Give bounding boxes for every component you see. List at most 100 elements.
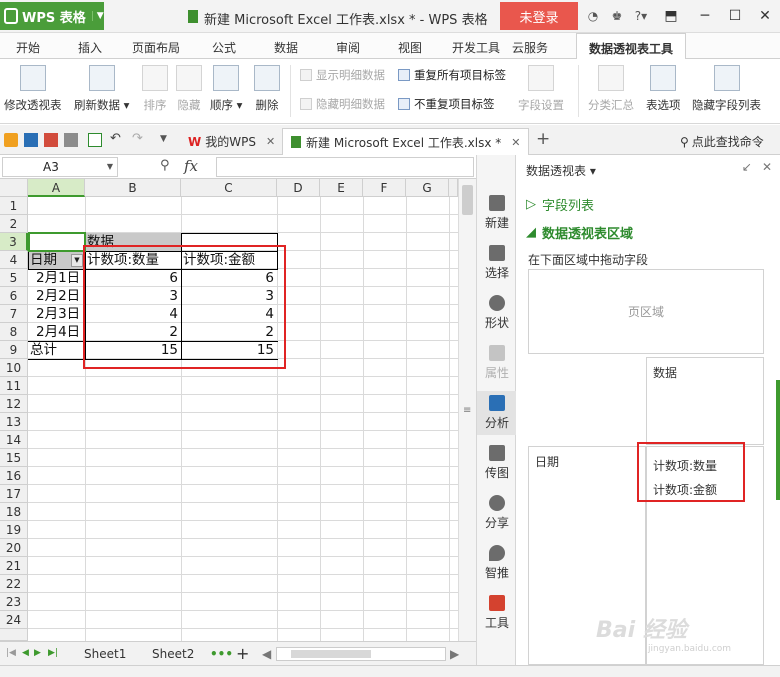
row-header[interactable]: 12: [0, 395, 28, 413]
redo-icon[interactable]: ↷: [132, 131, 146, 146]
more-sheets-icon[interactable]: •••: [210, 647, 233, 661]
sort-button[interactable]: 排序: [142, 65, 168, 113]
open-folder-icon[interactable]: [4, 133, 18, 147]
formula-input[interactable]: [216, 157, 474, 177]
sidebar-item-new[interactable]: 新建: [477, 195, 517, 231]
close-icon[interactable]: ✕: [266, 135, 275, 148]
row-header[interactable]: 3: [0, 233, 28, 251]
row-header[interactable]: 23: [0, 593, 28, 611]
column-header[interactable]: F: [363, 179, 406, 197]
insert-function-button[interactable]: fx: [184, 157, 198, 175]
shirt-icon[interactable]: ♚: [608, 7, 626, 25]
row-header[interactable]: 1: [0, 197, 28, 215]
filter-dropdown-icon[interactable]: ▼: [71, 254, 83, 267]
order-button[interactable]: 顺序 ▾: [210, 65, 242, 113]
save-icon[interactable]: [24, 133, 38, 147]
login-button[interactable]: 未登录: [500, 2, 578, 30]
app-menu-button[interactable]: WPS 表格 ▼: [0, 2, 104, 30]
next-sheet-icon[interactable]: ▶: [34, 648, 41, 658]
close-icon[interactable]: ✕: [762, 160, 772, 174]
name-box[interactable]: A3 ▼: [2, 157, 118, 177]
subtotal-button[interactable]: 分类汇总: [588, 65, 634, 113]
tab-page-layout[interactable]: 页面布局: [132, 39, 180, 56]
tab-data[interactable]: 数据: [274, 39, 298, 56]
delete-button[interactable]: 删除: [254, 65, 280, 113]
scrollbar-thumb[interactable]: [291, 650, 371, 658]
repeat-all-labels-button[interactable]: 重复所有项目标签: [398, 67, 506, 83]
sidebar-item-shape[interactable]: 形状: [477, 295, 517, 331]
close-icon[interactable]: ✕: [511, 136, 520, 149]
column-header[interactable]: A: [28, 179, 85, 197]
tab-home[interactable]: 开始: [16, 39, 40, 56]
column-header[interactable]: B: [85, 179, 181, 197]
skin-icon[interactable]: ◔: [584, 7, 602, 25]
tab-review[interactable]: 审阅: [336, 39, 360, 56]
tab-developer[interactable]: 开发工具: [452, 39, 500, 56]
sidebar-item-properties[interactable]: 属性: [477, 345, 517, 381]
row-header[interactable]: 11: [0, 377, 28, 395]
pivot-row-label[interactable]: 2月4日: [28, 323, 85, 341]
row-header[interactable]: [0, 629, 28, 641]
undock-icon[interactable]: ↙: [742, 160, 752, 174]
spreadsheet-grid[interactable]: A B C D E F G 1 2 3 4 5 6 7 8 9 10 11 12…: [0, 179, 458, 641]
row-header[interactable]: 8: [0, 323, 28, 341]
pivot-total-label[interactable]: 总计: [28, 341, 85, 359]
new-tab-icon[interactable]: +: [536, 129, 550, 149]
select-all-corner[interactable]: [0, 179, 28, 197]
row-header[interactable]: 18: [0, 503, 28, 521]
tab-formulas[interactable]: 公式: [212, 39, 236, 56]
row-header[interactable]: 7: [0, 305, 28, 323]
panel-resize-handle[interactable]: [776, 380, 780, 500]
pivot-row-label[interactable]: 2月2日: [28, 287, 85, 305]
panel-title[interactable]: 数据透视表 ▾: [526, 162, 596, 179]
refresh-button[interactable]: 刷新数据 ▾: [74, 65, 129, 113]
hide-button[interactable]: 隐藏: [176, 65, 202, 113]
horizontal-scrollbar[interactable]: [276, 647, 446, 661]
column-header[interactable]: G: [406, 179, 449, 197]
show-detail-button[interactable]: 显示明细数据: [300, 67, 385, 83]
sheet-tab[interactable]: Sheet2: [152, 647, 194, 661]
row-header[interactable]: 21: [0, 557, 28, 575]
sheet-tab[interactable]: Sheet1: [84, 647, 126, 661]
restore-window-icon[interactable]: ⬒: [656, 2, 686, 30]
pivot-row-label[interactable]: 2月1日: [28, 269, 85, 287]
add-sheet-icon[interactable]: +: [236, 644, 249, 663]
row-header[interactable]: 16: [0, 467, 28, 485]
sidebar-item-analysis[interactable]: 分析: [477, 391, 517, 435]
sidebar-item-upload-image[interactable]: 传图: [477, 445, 517, 481]
no-repeat-labels-button[interactable]: 不重复项目标签: [398, 96, 495, 112]
table-options-button[interactable]: 表选项: [646, 65, 681, 113]
column-header[interactable]: E: [320, 179, 363, 197]
row-header[interactable]: 24: [0, 611, 28, 629]
last-sheet-icon[interactable]: ▶|: [48, 648, 58, 658]
pivot-row-label[interactable]: 2月3日: [28, 305, 85, 323]
field-list-section[interactable]: ▷ 字段列表: [526, 195, 594, 214]
column-field-zone[interactable]: 数据: [646, 357, 764, 445]
tab-cloud[interactable]: 云服务: [512, 39, 548, 56]
column-header[interactable]: D: [277, 179, 320, 197]
find-command[interactable]: ⚲ 点此查找命令: [680, 133, 764, 150]
row-field-item[interactable]: 日期: [535, 455, 559, 469]
tab-pivot-tools[interactable]: 数据透视表工具: [576, 33, 687, 60]
tab-view[interactable]: 视图: [398, 39, 422, 56]
tab-my-wps[interactable]: W 我的WPS ✕: [180, 128, 283, 155]
print-preview-icon[interactable]: [88, 133, 102, 147]
row-header[interactable]: 5: [0, 269, 28, 287]
row-header[interactable]: 2: [0, 215, 28, 233]
split-handle-icon[interactable]: ≡: [463, 405, 471, 416]
row-header[interactable]: 17: [0, 485, 28, 503]
pivot-row-field[interactable]: 日期: [28, 251, 72, 269]
selected-cell[interactable]: [28, 232, 86, 252]
row-header[interactable]: 9: [0, 341, 28, 359]
row-header[interactable]: 10: [0, 359, 28, 377]
column-field-item[interactable]: 数据: [653, 366, 677, 380]
vertical-scrollbar[interactable]: ≡: [458, 179, 476, 641]
undo-icon[interactable]: ↶: [110, 131, 124, 146]
tab-insert[interactable]: 插入: [78, 39, 102, 56]
column-header[interactable]: [449, 179, 458, 197]
scroll-left-icon[interactable]: ◀: [262, 647, 271, 661]
row-header[interactable]: 14: [0, 431, 28, 449]
print-icon[interactable]: [64, 133, 78, 147]
row-header[interactable]: 13: [0, 413, 28, 431]
chevron-down-icon[interactable]: ▼: [107, 162, 113, 171]
